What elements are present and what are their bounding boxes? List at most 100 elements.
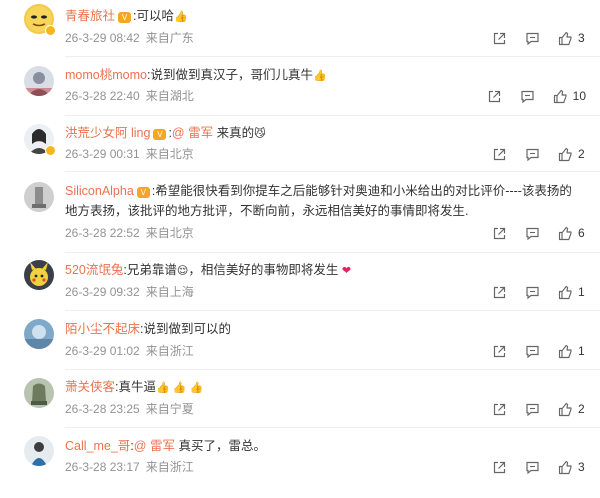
share-icon (488, 90, 500, 102)
username[interactable]: 洪荒少女阿 ling (65, 126, 150, 140)
share-icon (493, 345, 506, 357)
username[interactable]: SiliconAlpha (65, 184, 134, 198)
comment-text: 来真的 (213, 126, 255, 140)
comment-time: 26-3-28 22:52 (65, 226, 140, 240)
reply-button[interactable] (525, 226, 540, 241)
share-icon (493, 286, 506, 298)
username[interactable]: momo桃momo (65, 68, 147, 82)
like-count: 1 (578, 285, 585, 299)
mention-link[interactable]: @ 雷军 (172, 126, 213, 140)
share-icon (493, 32, 506, 44)
like-count: 1 (578, 344, 585, 358)
thumbs-up-icon (558, 31, 572, 45)
thumbs-up-emoji: 👍 (174, 11, 188, 23)
comment-location: 来自浙江 (145, 460, 194, 474)
username[interactable]: 520流氓兔 (65, 263, 123, 277)
comment-text: 真牛逼 (118, 380, 157, 394)
like-count: 6 (578, 226, 585, 240)
reply-button[interactable] (525, 460, 540, 475)
comment-icon (521, 90, 534, 103)
thumbs-up-emoji: 👍 (312, 70, 327, 82)
username[interactable]: Call_me_哥 (65, 439, 130, 453)
divider (65, 252, 600, 253)
comment-location: 来自浙江 (145, 344, 194, 358)
vip-badge-icon: V (153, 129, 167, 140)
share-icon (493, 461, 506, 473)
comment-time: 26-3-28 23:25 (65, 402, 140, 416)
share-button[interactable] (492, 226, 507, 241)
username[interactable]: 萧关侠客 (65, 380, 115, 394)
share-icon (493, 148, 506, 160)
comment-time: 26-3-29 09:32 (65, 285, 140, 299)
comment-icon (526, 286, 539, 299)
avatar[interactable] (24, 436, 54, 466)
comment-time: 26-3-28 22:40 (65, 89, 140, 103)
share-button[interactable] (492, 31, 507, 46)
avatar[interactable] (24, 319, 54, 349)
reply-button[interactable] (525, 147, 540, 162)
like-button[interactable]: 10 (553, 89, 586, 104)
like-button[interactable]: 1 (558, 285, 586, 300)
avatar[interactable] (24, 378, 54, 408)
divider (65, 171, 600, 172)
like-count: 2 (578, 402, 585, 416)
like-count: 3 (578, 460, 585, 474)
like-count: 10 (572, 89, 586, 103)
comment-time: 26-3-29 08:42 (65, 31, 140, 45)
like-button[interactable]: 6 (558, 226, 586, 241)
comment-icon (526, 345, 539, 358)
share-button[interactable] (487, 89, 502, 104)
comment-text: 可以哈 (136, 9, 175, 23)
comment-text: 说到做到真汉子，哥们儿真牛 (150, 68, 313, 82)
share-button[interactable] (492, 285, 507, 300)
username[interactable]: 陌小尘不起床 (65, 322, 140, 336)
like-count: 3 (578, 31, 585, 45)
like-button[interactable]: 3 (558, 460, 586, 475)
comment-text: 真买了，雷总。 (174, 439, 266, 453)
like-button[interactable]: 2 (558, 147, 586, 162)
comment-text-after: ，相信美好的事物即将发生 (188, 263, 339, 277)
like-count: 2 (578, 147, 585, 161)
thumbs-up-icon (558, 460, 572, 474)
thumbs-up-icon (553, 89, 567, 103)
divider (65, 115, 600, 116)
comment-time: 26-3-29 00:31 (65, 147, 140, 161)
share-button[interactable] (492, 147, 507, 162)
verified-badge-icon (45, 25, 56, 36)
vip-badge-icon: V (118, 12, 132, 23)
heart-emoji: ❤ (341, 265, 352, 277)
verified-badge-icon (45, 145, 56, 156)
thumbs-up-icon (558, 285, 572, 299)
comment-location: 来自湖北 (145, 89, 194, 103)
comment-icon (526, 148, 539, 161)
username[interactable]: 青春旅社 (65, 9, 115, 23)
relieved-emoji: 😌 (176, 265, 189, 277)
reply-button[interactable] (520, 89, 535, 104)
mention-link[interactable]: @ 雷军 (134, 439, 175, 453)
divider (65, 310, 600, 311)
comment-location: 来自上海 (145, 285, 194, 299)
like-button[interactable]: 1 (558, 344, 586, 359)
cat-emoji: 😼 (254, 128, 266, 140)
reply-button[interactable] (525, 402, 540, 417)
comment-location: 来自北京 (145, 226, 194, 240)
thumbs-up-icon (558, 226, 572, 240)
share-button[interactable] (492, 402, 507, 417)
comment-text: 说到做到可以的 (143, 322, 232, 336)
comment-list: 青春旅社 V:可以哈👍 26-3-29 08:42 来自广东 3 momo桃momo… (0, 0, 600, 498)
share-button[interactable] (492, 344, 507, 359)
share-icon (493, 227, 506, 239)
share-button[interactable] (492, 460, 507, 475)
avatar[interactable] (24, 260, 54, 290)
like-button[interactable]: 2 (558, 402, 586, 417)
reply-button[interactable] (525, 285, 540, 300)
thumbs-up-icon (558, 344, 572, 358)
reply-button[interactable] (525, 344, 540, 359)
avatar[interactable] (24, 182, 54, 212)
reply-button[interactable] (525, 31, 540, 46)
like-button[interactable]: 3 (558, 31, 586, 46)
share-icon (493, 403, 506, 415)
avatar[interactable] (24, 66, 54, 96)
comment-location: 来自宁夏 (145, 402, 194, 416)
divider (65, 369, 600, 370)
